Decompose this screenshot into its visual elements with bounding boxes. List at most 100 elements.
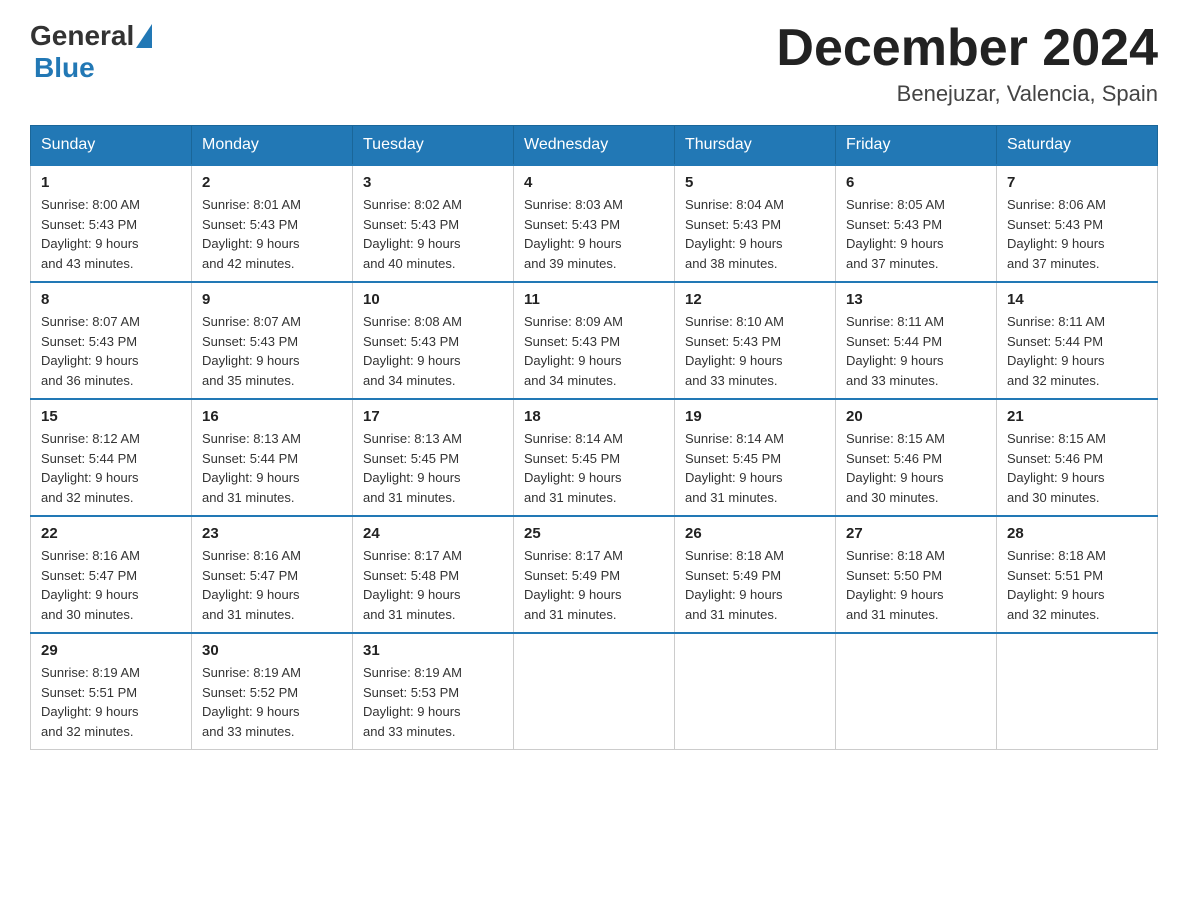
day-info: Sunrise: 8:18 AMSunset: 5:49 PMDaylight:…	[685, 548, 784, 622]
table-row	[675, 633, 836, 750]
table-row: 5 Sunrise: 8:04 AMSunset: 5:43 PMDayligh…	[675, 165, 836, 282]
day-info: Sunrise: 8:04 AMSunset: 5:43 PMDaylight:…	[685, 197, 784, 271]
day-info: Sunrise: 8:01 AMSunset: 5:43 PMDaylight:…	[202, 197, 301, 271]
table-row: 21 Sunrise: 8:15 AMSunset: 5:46 PMDaylig…	[997, 399, 1158, 516]
table-row: 8 Sunrise: 8:07 AMSunset: 5:43 PMDayligh…	[31, 282, 192, 399]
table-row: 4 Sunrise: 8:03 AMSunset: 5:43 PMDayligh…	[514, 165, 675, 282]
table-row: 13 Sunrise: 8:11 AMSunset: 5:44 PMDaylig…	[836, 282, 997, 399]
day-number: 10	[363, 291, 503, 308]
header-saturday: Saturday	[997, 126, 1158, 166]
day-info: Sunrise: 8:17 AMSunset: 5:49 PMDaylight:…	[524, 548, 623, 622]
day-info: Sunrise: 8:00 AMSunset: 5:43 PMDaylight:…	[41, 197, 140, 271]
day-number: 12	[685, 291, 825, 308]
day-number: 22	[41, 525, 181, 542]
day-number: 17	[363, 408, 503, 425]
table-row: 24 Sunrise: 8:17 AMSunset: 5:48 PMDaylig…	[353, 516, 514, 633]
table-row: 25 Sunrise: 8:17 AMSunset: 5:49 PMDaylig…	[514, 516, 675, 633]
calendar-week-5: 29 Sunrise: 8:19 AMSunset: 5:51 PMDaylig…	[31, 633, 1158, 750]
table-row: 9 Sunrise: 8:07 AMSunset: 5:43 PMDayligh…	[192, 282, 353, 399]
calendar-week-3: 15 Sunrise: 8:12 AMSunset: 5:44 PMDaylig…	[31, 399, 1158, 516]
day-number: 13	[846, 291, 986, 308]
header-tuesday: Tuesday	[353, 126, 514, 166]
day-number: 3	[363, 174, 503, 191]
logo-blue-text: Blue	[34, 52, 95, 83]
day-info: Sunrise: 8:14 AMSunset: 5:45 PMDaylight:…	[685, 431, 784, 505]
day-info: Sunrise: 8:19 AMSunset: 5:53 PMDaylight:…	[363, 665, 462, 739]
calendar-week-4: 22 Sunrise: 8:16 AMSunset: 5:47 PMDaylig…	[31, 516, 1158, 633]
table-row: 27 Sunrise: 8:18 AMSunset: 5:50 PMDaylig…	[836, 516, 997, 633]
title-area: December 2024 Benejuzar, Valencia, Spain	[776, 20, 1158, 107]
table-row: 7 Sunrise: 8:06 AMSunset: 5:43 PMDayligh…	[997, 165, 1158, 282]
calendar-week-1: 1 Sunrise: 8:00 AMSunset: 5:43 PMDayligh…	[31, 165, 1158, 282]
day-number: 23	[202, 525, 342, 542]
day-info: Sunrise: 8:19 AMSunset: 5:52 PMDaylight:…	[202, 665, 301, 739]
day-number: 27	[846, 525, 986, 542]
header-friday: Friday	[836, 126, 997, 166]
table-row: 17 Sunrise: 8:13 AMSunset: 5:45 PMDaylig…	[353, 399, 514, 516]
day-info: Sunrise: 8:03 AMSunset: 5:43 PMDaylight:…	[524, 197, 623, 271]
table-row	[514, 633, 675, 750]
day-info: Sunrise: 8:18 AMSunset: 5:50 PMDaylight:…	[846, 548, 945, 622]
calendar-week-2: 8 Sunrise: 8:07 AMSunset: 5:43 PMDayligh…	[31, 282, 1158, 399]
table-row: 19 Sunrise: 8:14 AMSunset: 5:45 PMDaylig…	[675, 399, 836, 516]
table-row: 2 Sunrise: 8:01 AMSunset: 5:43 PMDayligh…	[192, 165, 353, 282]
day-info: Sunrise: 8:12 AMSunset: 5:44 PMDaylight:…	[41, 431, 140, 505]
table-row: 10 Sunrise: 8:08 AMSunset: 5:43 PMDaylig…	[353, 282, 514, 399]
day-number: 6	[846, 174, 986, 191]
day-info: Sunrise: 8:14 AMSunset: 5:45 PMDaylight:…	[524, 431, 623, 505]
day-number: 26	[685, 525, 825, 542]
logo-general-text: General	[30, 20, 134, 52]
table-row: 31 Sunrise: 8:19 AMSunset: 5:53 PMDaylig…	[353, 633, 514, 750]
day-number: 4	[524, 174, 664, 191]
table-row	[836, 633, 997, 750]
table-row: 30 Sunrise: 8:19 AMSunset: 5:52 PMDaylig…	[192, 633, 353, 750]
day-number: 19	[685, 408, 825, 425]
table-row: 15 Sunrise: 8:12 AMSunset: 5:44 PMDaylig…	[31, 399, 192, 516]
day-number: 21	[1007, 408, 1147, 425]
header-sunday: Sunday	[31, 126, 192, 166]
table-row: 1 Sunrise: 8:00 AMSunset: 5:43 PMDayligh…	[31, 165, 192, 282]
day-number: 18	[524, 408, 664, 425]
day-info: Sunrise: 8:05 AMSunset: 5:43 PMDaylight:…	[846, 197, 945, 271]
day-info: Sunrise: 8:11 AMSunset: 5:44 PMDaylight:…	[1007, 314, 1105, 388]
day-info: Sunrise: 8:07 AMSunset: 5:43 PMDaylight:…	[202, 314, 301, 388]
table-row: 3 Sunrise: 8:02 AMSunset: 5:43 PMDayligh…	[353, 165, 514, 282]
table-row: 28 Sunrise: 8:18 AMSunset: 5:51 PMDaylig…	[997, 516, 1158, 633]
table-row: 14 Sunrise: 8:11 AMSunset: 5:44 PMDaylig…	[997, 282, 1158, 399]
header: General Blue December 2024 Benejuzar, Va…	[30, 20, 1158, 107]
day-info: Sunrise: 8:02 AMSunset: 5:43 PMDaylight:…	[363, 197, 462, 271]
day-info: Sunrise: 8:13 AMSunset: 5:45 PMDaylight:…	[363, 431, 462, 505]
location-title: Benejuzar, Valencia, Spain	[776, 81, 1158, 107]
table-row: 22 Sunrise: 8:16 AMSunset: 5:47 PMDaylig…	[31, 516, 192, 633]
day-number: 16	[202, 408, 342, 425]
day-number: 28	[1007, 525, 1147, 542]
day-number: 31	[363, 642, 503, 659]
day-number: 9	[202, 291, 342, 308]
header-wednesday: Wednesday	[514, 126, 675, 166]
month-title: December 2024	[776, 20, 1158, 77]
table-row: 29 Sunrise: 8:19 AMSunset: 5:51 PMDaylig…	[31, 633, 192, 750]
day-info: Sunrise: 8:07 AMSunset: 5:43 PMDaylight:…	[41, 314, 140, 388]
day-info: Sunrise: 8:09 AMSunset: 5:43 PMDaylight:…	[524, 314, 623, 388]
day-number: 7	[1007, 174, 1147, 191]
day-info: Sunrise: 8:15 AMSunset: 5:46 PMDaylight:…	[846, 431, 945, 505]
table-row: 20 Sunrise: 8:15 AMSunset: 5:46 PMDaylig…	[836, 399, 997, 516]
day-number: 30	[202, 642, 342, 659]
day-info: Sunrise: 8:15 AMSunset: 5:46 PMDaylight:…	[1007, 431, 1106, 505]
table-row: 11 Sunrise: 8:09 AMSunset: 5:43 PMDaylig…	[514, 282, 675, 399]
day-number: 5	[685, 174, 825, 191]
table-row: 23 Sunrise: 8:16 AMSunset: 5:47 PMDaylig…	[192, 516, 353, 633]
header-thursday: Thursday	[675, 126, 836, 166]
day-number: 2	[202, 174, 342, 191]
weekday-header-row: Sunday Monday Tuesday Wednesday Thursday…	[31, 126, 1158, 166]
day-info: Sunrise: 8:13 AMSunset: 5:44 PMDaylight:…	[202, 431, 301, 505]
day-info: Sunrise: 8:10 AMSunset: 5:43 PMDaylight:…	[685, 314, 784, 388]
day-info: Sunrise: 8:19 AMSunset: 5:51 PMDaylight:…	[41, 665, 140, 739]
day-info: Sunrise: 8:18 AMSunset: 5:51 PMDaylight:…	[1007, 548, 1106, 622]
table-row: 18 Sunrise: 8:14 AMSunset: 5:45 PMDaylig…	[514, 399, 675, 516]
day-info: Sunrise: 8:16 AMSunset: 5:47 PMDaylight:…	[202, 548, 301, 622]
day-number: 29	[41, 642, 181, 659]
day-number: 14	[1007, 291, 1147, 308]
day-info: Sunrise: 8:08 AMSunset: 5:43 PMDaylight:…	[363, 314, 462, 388]
table-row: 12 Sunrise: 8:10 AMSunset: 5:43 PMDaylig…	[675, 282, 836, 399]
